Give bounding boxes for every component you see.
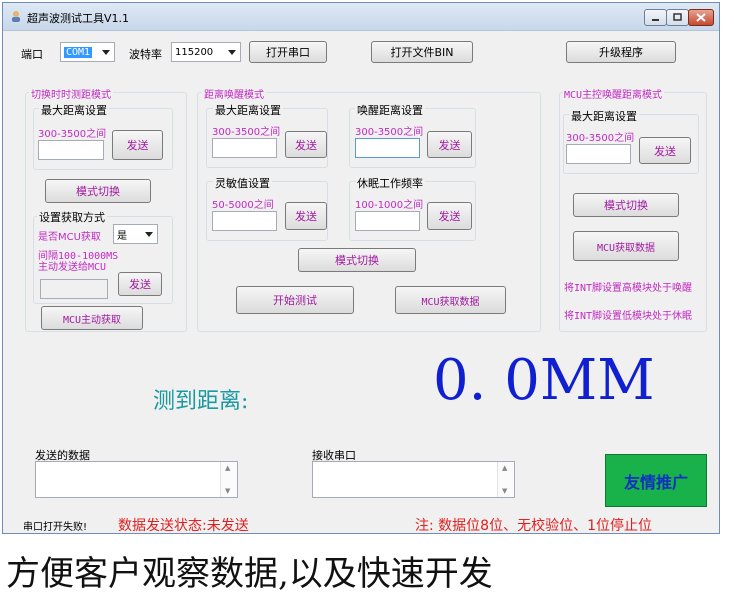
mcu-acquire-value: 是	[117, 230, 127, 242]
port-status: 串口打开失败!	[23, 522, 88, 533]
note-text: 注: 数据位8位、无校验位、1位停止位	[415, 518, 652, 534]
left-range-hint: 300-3500之间	[38, 129, 107, 140]
baud-label: 波特率	[129, 48, 162, 61]
window-title: 超声波测试工具V1.1	[27, 12, 130, 25]
baud-select[interactable]: 115200	[171, 42, 241, 62]
interval-input[interactable]	[40, 279, 108, 299]
right-send-button[interactable]: 发送	[639, 137, 691, 164]
distance-value: 0. 0MM	[433, 348, 655, 413]
mid-mcu-get-button[interactable]: MCU获取数据	[395, 286, 506, 314]
right-mode-switch-button[interactable]: 模式切换	[573, 193, 679, 217]
int-high-label: 将INT脚设置高模块处于唤醒	[564, 283, 693, 294]
sens-send-button[interactable]: 发送	[285, 202, 327, 230]
start-test-button[interactable]: 开始测试	[236, 286, 354, 314]
left-maxdist-label: 最大距离设置	[39, 102, 109, 118]
app-icon	[12, 11, 20, 22]
app-window: 超声波测试工具V1.1 端口 COM1 波特率 115200 打开串口 打开文件…	[2, 2, 720, 534]
scroll-down-icon[interactable]: ▼	[502, 487, 507, 495]
scroll-up-icon[interactable]: ▲	[502, 464, 507, 472]
close-icon	[696, 13, 706, 22]
scroll-up-icon[interactable]: ▲	[225, 464, 230, 472]
title-bar: 超声波测试工具V1.1	[3, 3, 719, 31]
recv-data-textarea[interactable]: ▲ ▼	[312, 461, 515, 498]
mcu-acquire-select[interactable]: 是	[113, 224, 158, 244]
left-acquire-title: 设置获取方式	[37, 209, 107, 225]
port-value: COM1	[64, 46, 93, 58]
sleep-send-button[interactable]: 发送	[427, 202, 472, 230]
wake-dist-input[interactable]	[355, 138, 420, 158]
sleep-input[interactable]	[355, 211, 420, 231]
wake-range-hint: 300-3500之间	[355, 127, 424, 138]
sent-data-textarea[interactable]: ▲ ▼	[35, 461, 238, 498]
chevron-down-icon	[102, 50, 110, 55]
baud-value: 115200	[175, 46, 214, 58]
sleep-label: 休眠工作频率	[355, 175, 425, 191]
right-range-hint: 300-3500之间	[566, 133, 635, 144]
sens-input[interactable]	[212, 211, 277, 231]
left-maxdist-input[interactable]	[38, 140, 104, 160]
mcu-acquire-label: 是否MCU获取	[38, 232, 101, 243]
sens-hint: 50-5000之间	[212, 200, 274, 211]
left-mode-switch-button[interactable]: 模式切换	[45, 179, 151, 203]
left-send-button[interactable]: 发送	[112, 130, 163, 160]
right-maxdist-label: 最大距离设置	[569, 108, 639, 124]
open-file-button[interactable]: 打开文件BIN	[371, 41, 473, 63]
send-status: 数据发送状态:未发送	[118, 518, 249, 534]
open-port-button[interactable]: 打开串口	[249, 41, 327, 63]
recv-scrollbar[interactable]: ▲ ▼	[497, 462, 514, 497]
wake-dist-send-button[interactable]: 发送	[427, 131, 472, 158]
wake-dist-label: 唤醒距离设置	[355, 102, 425, 118]
mcu-active-button[interactable]: MCU主动获取	[41, 306, 143, 330]
close-button[interactable]	[688, 9, 714, 26]
right-group-title: MCU主控唤醒距离模式	[562, 86, 665, 101]
mid-maxdist-label: 最大距离设置	[213, 102, 283, 118]
port-label: 端口	[21, 48, 43, 61]
left-send2-button[interactable]: 发送	[118, 272, 162, 296]
sens-label: 灵敏值设置	[213, 175, 272, 191]
chevron-down-icon	[145, 232, 153, 237]
minimize-button[interactable]	[644, 9, 667, 26]
upgrade-button[interactable]: 升级程序	[566, 41, 676, 63]
promo-label: 友情推广	[623, 472, 688, 492]
right-mcu-get-button[interactable]: MCU获取数据	[573, 231, 679, 261]
maximize-icon	[673, 13, 682, 21]
mid-mode-switch-button[interactable]: 模式切换	[298, 248, 416, 272]
promo-button[interactable]: 友情推广	[605, 454, 707, 507]
sent-scrollbar[interactable]: ▲ ▼	[220, 462, 237, 497]
port-select[interactable]: COM1	[60, 42, 115, 62]
maximize-button[interactable]	[666, 9, 689, 26]
scroll-down-icon[interactable]: ▼	[225, 487, 230, 495]
interval-hint-2: 主动发送给MCU	[38, 262, 107, 273]
sleep-hint: 100-1000之间	[355, 200, 424, 211]
minimize-icon	[652, 19, 659, 21]
mid-maxdist-input[interactable]	[212, 138, 277, 158]
mid-max-range-hint: 300-3500之间	[212, 127, 281, 138]
chevron-down-icon	[228, 50, 236, 55]
right-maxdist-input[interactable]	[566, 144, 631, 164]
int-low-label: 将INT脚设置低模块处于休眠	[564, 311, 693, 322]
mid-group-title: 距离唤醒模式	[202, 86, 266, 101]
distance-label: 测到距离:	[153, 389, 249, 414]
caption-text: 方便客户观察数据,以及快速开发	[6, 554, 493, 594]
left-group-title: 切换时时测距模式	[29, 86, 113, 101]
mid-maxdist-send-button[interactable]: 发送	[285, 131, 327, 158]
